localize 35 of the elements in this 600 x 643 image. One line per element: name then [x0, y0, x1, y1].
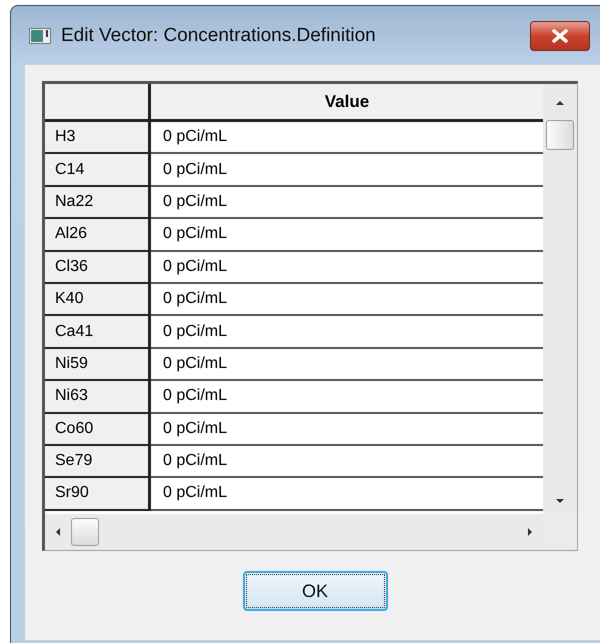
row-header[interactable]: H3 — [45, 122, 151, 154]
row-header[interactable]: Cl36 — [45, 252, 151, 284]
scroll-thumb[interactable] — [71, 518, 99, 546]
scroll-down-icon[interactable] — [555, 496, 565, 506]
scroll-right-icon[interactable] — [525, 526, 535, 536]
table-cell[interactable]: 0 pCi/mL — [151, 414, 543, 446]
table-cell[interactable]: 0 pCi/mL — [151, 316, 543, 349]
close-button[interactable] — [530, 20, 590, 50]
window-icon — [29, 28, 51, 44]
row-header[interactable]: Ni63 — [45, 381, 151, 414]
table-cell[interactable]: 0 pCi/mL — [151, 252, 543, 284]
table-cell[interactable]: 0 pCi/mL — [151, 381, 543, 414]
table-cell[interactable]: 0 pCi/mL — [151, 186, 543, 220]
row-header[interactable]: Co60 — [45, 414, 151, 446]
table-cell[interactable]: 0 pCi/mL — [151, 478, 543, 511]
close-icon — [551, 28, 569, 42]
row-header[interactable]: Sr90 — [45, 478, 151, 511]
column-header[interactable]: Value — [151, 84, 543, 122]
row-header[interactable]: C14 — [45, 154, 151, 187]
table-cell[interactable]: 0 pCi/mL — [151, 284, 543, 316]
row-header[interactable]: Ca41 — [45, 316, 151, 349]
scroll-up-icon[interactable] — [555, 98, 565, 108]
table-cell[interactable]: 0 pCi/mL — [151, 348, 543, 382]
row-header[interactable]: Se79 — [45, 446, 151, 478]
ok-button[interactable]: OK — [242, 571, 388, 611]
table-cell[interactable]: 0 pCi/mL — [151, 219, 543, 252]
row-header[interactable]: K40 — [45, 284, 151, 316]
table-cell[interactable]: 0 pCi/mL — [151, 122, 543, 154]
table-cell[interactable]: 0 pCi/mL — [151, 154, 543, 187]
scroll-thumb[interactable] — [546, 120, 574, 150]
table-cell[interactable]: 0 pCi/mL — [151, 446, 543, 478]
row-header[interactable]: Al26 — [45, 219, 151, 252]
row-header[interactable]: Na22 — [45, 186, 151, 220]
window-title: Edit Vector: Concentrations.Definition — [61, 24, 377, 46]
row-header[interactable]: Ni59 — [45, 348, 151, 382]
